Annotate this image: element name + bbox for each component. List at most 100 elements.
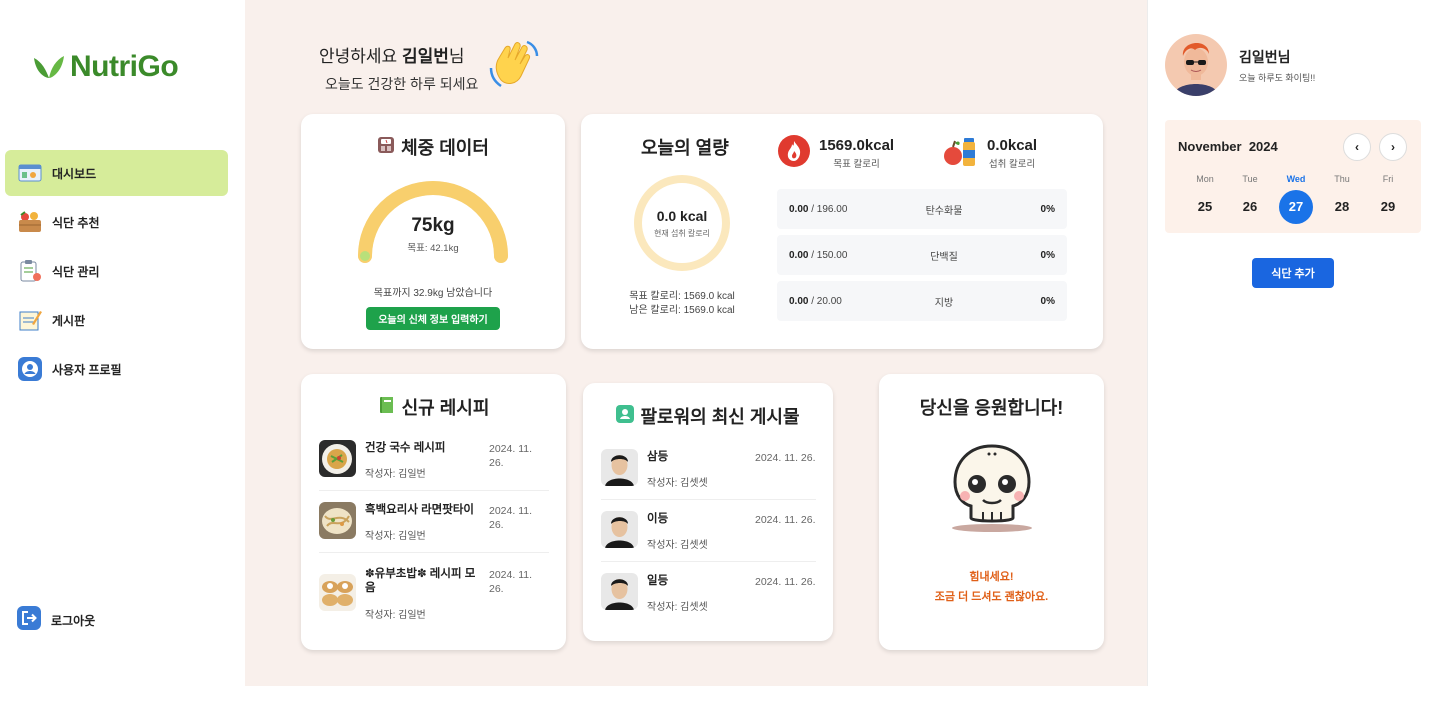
macro-target: / 20.00 (808, 295, 842, 307)
greeting-suffix: 님 (448, 47, 465, 66)
notepad-icon (17, 307, 43, 333)
enter-body-info-button[interactable]: 오늘의 신체 정보 입력하기 (366, 307, 500, 330)
post-date: 2024. 11. 26. (755, 514, 816, 526)
contact-icon (616, 404, 635, 428)
cheer-line-2: 조금 더 드셔도 괜찮아요. (934, 591, 1049, 603)
post-author-photo (601, 573, 638, 610)
intake-kcal-value: 0.0kcal (987, 137, 1038, 154)
calorie-summary: 목표 칼로리: 1569.0 kcal 남은 칼로리: 1569.0 kcal (609, 290, 755, 318)
recipe-date: 2024. 11. 26. (489, 505, 533, 531)
sidebar-item-dashboard[interactable]: 대시보드 (5, 150, 228, 196)
post-item[interactable]: 일등 2024. 11. 26. 작성자: 김셋셋 (601, 573, 816, 623)
target-kcal-block: 1569.0kcal 목표 칼로리 (777, 134, 894, 173)
cheer-title: 당신을 응원합니다! (919, 398, 1064, 418)
recipe-title: 건강 국수 레시피 (365, 442, 446, 454)
calendar-month: November (1178, 139, 1242, 154)
post-item[interactable]: 삼등 2024. 11. 26. 작성자: 김셋셋 (601, 449, 816, 499)
recipe-author: 작성자: 김일번 (365, 531, 426, 542)
calendar-day[interactable]: Fri 29 (1371, 174, 1405, 224)
macro-row-fat: 0.00 / 20.00 지방 0% (777, 281, 1067, 321)
logout-icon (17, 606, 41, 635)
recipe-book-icon (378, 396, 396, 419)
sidebar-item-diet-recommend[interactable]: 식단 추천 (5, 199, 228, 245)
post-date: 2024. 11. 26. (755, 576, 816, 588)
sidebar-item-label: 사용자 프로필 (52, 362, 122, 377)
macro-name: 지방 (934, 297, 954, 309)
macro-amount: 0.00 / 150.00 (789, 250, 847, 261)
divider (601, 499, 816, 500)
scale-icon (377, 136, 395, 159)
sidebar-item-label: 대시보드 (52, 166, 97, 181)
recipe-date: 2024. 11. 26. (489, 569, 533, 595)
recipe-item[interactable]: 건강 국수 레시피 2024. 11. 26. 작성자: 김일번 (319, 440, 549, 490)
prev-week-button[interactable]: ‹ (1343, 133, 1371, 161)
waving-hand-icon (489, 40, 539, 88)
sidebar-item-user-profile[interactable]: 사용자 프로필 (5, 346, 228, 392)
post-author-photo (601, 511, 638, 548)
greeting-title: 안녕하세요 김일번님 (319, 42, 478, 67)
weight-value: 75kg (411, 215, 455, 236)
cheer-message: 힘내세요! 조금 더 드셔도 괜찮아요. (879, 567, 1104, 607)
next-week-button[interactable]: › (1379, 133, 1407, 161)
follower-posts-title: 팔로워의 최신 게시물 (583, 403, 833, 429)
recipe-title: 흑백요리사 라면팟타이 (365, 504, 474, 516)
sidebar-item-board[interactable]: 게시판 (5, 297, 228, 343)
profile-name: 김일번님 (1239, 48, 1291, 65)
macro-amount: 0.00 / 196.00 (789, 204, 847, 215)
calendar-day-today[interactable]: Wed 27 (1279, 174, 1313, 224)
current-kcal-label: 현재 섭취 칼로리 (654, 229, 710, 238)
macro-target: / 150.00 (808, 249, 848, 261)
recipe-item[interactable]: 흑백요리사 라면팟타이 2024. 11. 26. 작성자: 김일번 (319, 502, 549, 552)
day-number: 27 (1279, 190, 1313, 224)
right-panel: 김일번님 오늘 하루도 화이팅!! November 2024 ‹ › Mon … (1147, 0, 1432, 686)
target-calorie-line: 목표 칼로리: 1569.0 kcal (629, 291, 735, 302)
add-meal-button[interactable]: 식단 추가 (1252, 258, 1334, 288)
day-number: 28 (1334, 199, 1350, 214)
greeting: 안녕하세요 김일번님 오늘도 건강한 하루 되세요 (319, 42, 478, 94)
day-number: 29 (1380, 199, 1396, 214)
logout-label: 로그아웃 (51, 614, 96, 628)
day-number: 26 (1242, 199, 1258, 214)
remaining-calorie-line: 남은 칼로리: 1569.0 kcal (629, 305, 735, 316)
sidebar-item-diet-manage[interactable]: 식단 관리 (5, 248, 228, 294)
post-author: 작성자: 김셋셋 (647, 540, 708, 551)
week-calendar: November 2024 ‹ › Mon 25 Tue 26 Wed 27 T… (1165, 120, 1421, 233)
weight-card-title: 체중 데이터 (301, 134, 565, 160)
food-basket-icon (17, 209, 43, 235)
dashboard-icon (17, 160, 43, 186)
day-name: Mon (1196, 174, 1214, 184)
post-item[interactable]: 이등 2024. 11. 26. 작성자: 김셋셋 (601, 511, 816, 561)
new-recipes-title: 신규 레시피 (301, 394, 566, 420)
chevron-left-icon: ‹ (1355, 140, 1359, 154)
calendar-day[interactable]: Mon 25 (1188, 174, 1222, 224)
app-logo[interactable]: NutriGo (32, 50, 179, 84)
post-author: 작성자: 김셋셋 (647, 478, 708, 489)
weight-remaining: 목표까지 32.9kg 남았습니다 (373, 288, 493, 299)
follower-posts-title-text: 팔로워의 최신 게시물 (640, 407, 800, 427)
recipe-item[interactable]: ✽유부초밥✽ 레시피 모음 2024. 11. 26. 작성자: 김일번 (319, 566, 549, 626)
recipe-date: 2024. 11. 26. (489, 443, 533, 469)
macro-name: 탄수화물 (925, 205, 963, 217)
intake-kcal-label: 섭취 칼로리 (988, 159, 1036, 170)
logout-button[interactable]: 로그아웃 (17, 606, 95, 635)
day-name: Wed (1286, 174, 1306, 184)
clipboard-icon (17, 258, 43, 284)
day-name: Fri (1382, 174, 1394, 184)
macro-percent: 0% (1040, 249, 1055, 261)
current-kcal-value: 0.0 kcal (656, 208, 708, 224)
macro-amount: 0.00 / 20.00 (789, 296, 842, 307)
sidebar-item-label: 식단 추천 (52, 215, 100, 230)
macro-current: 0.00 (789, 203, 809, 215)
day-name: Thu (1334, 174, 1350, 184)
calendar-day[interactable]: Thu 28 (1325, 174, 1359, 224)
target-kcal-label: 목표 칼로리 (833, 159, 880, 170)
profile-summary[interactable]: 김일번님 오늘 하루도 화이팅!! (1165, 34, 1315, 96)
macro-row-protein: 0.00 / 150.00 단백질 0% (777, 235, 1067, 275)
skull-mascot-icon (952, 444, 1032, 532)
user-profile-icon (17, 356, 43, 382)
calendar-day[interactable]: Tue 26 (1233, 174, 1267, 224)
macro-percent: 0% (1040, 203, 1055, 215)
day-name: Tue (1242, 174, 1258, 184)
chevron-right-icon: › (1391, 140, 1395, 154)
sidebar-nav: 대시보드 식단 추천 식단 관리 게시판 사용자 프로필 (5, 150, 228, 395)
